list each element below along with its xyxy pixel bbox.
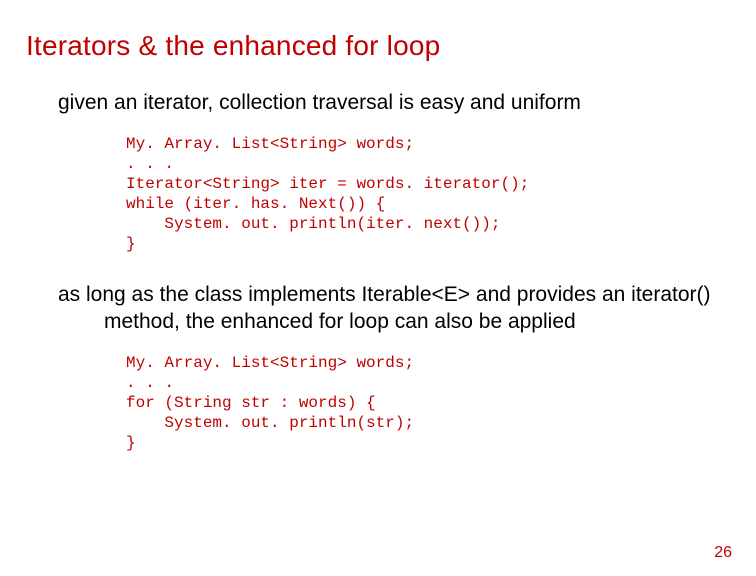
slide: Iterators & the enhanced for loop given … — [0, 0, 756, 576]
paragraph-2: as long as the class implements Iterable… — [58, 282, 730, 335]
page-number: 26 — [714, 544, 732, 562]
paragraph-1: given an iterator, collection traversal … — [58, 90, 730, 116]
slide-title: Iterators & the enhanced for loop — [26, 30, 730, 62]
code-block-2: My. Array. List<String> words; . . . for… — [126, 353, 730, 453]
code-block-1: My. Array. List<String> words; . . . Ite… — [126, 134, 730, 254]
